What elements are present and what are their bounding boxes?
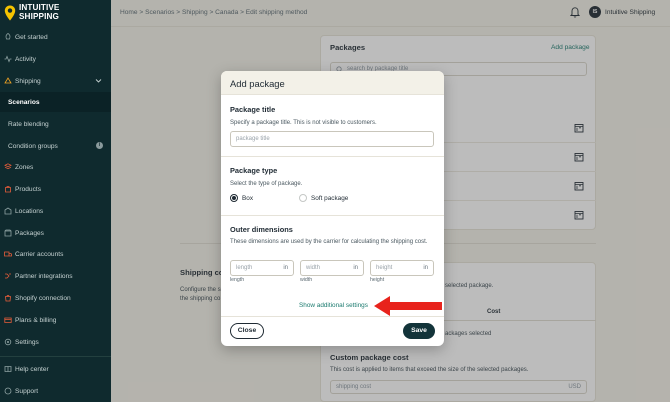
packages-icon (4, 229, 12, 237)
sidebar-item-label: Help center (15, 365, 49, 373)
modal-divider (221, 215, 444, 216)
sidebar-item-support[interactable]: Support (0, 381, 111, 401)
radio-label: Soft package (311, 194, 349, 202)
rocket-icon (4, 33, 12, 41)
sidebar-item-label: Zones (15, 163, 34, 171)
sidebar-item-label: Condition groups (8, 142, 58, 150)
activity-icon (4, 55, 12, 63)
sidebar-item-label: Products (15, 185, 42, 193)
sidebar-item-shopify-connection[interactable]: Shopify connection (0, 288, 111, 308)
sidebar-item-label: Locations (15, 207, 44, 215)
modal-header: Add package (221, 71, 444, 94)
shipping-icon (4, 77, 12, 85)
modal-divider (221, 156, 444, 157)
gear-icon (4, 338, 12, 346)
sidebar-item-zones[interactable]: Zones (0, 157, 111, 177)
package-type-description: Select the type of package. (230, 181, 303, 187)
brand-logo[interactable]: INTUITIVE SHIPPING (4, 3, 104, 23)
shopify-icon (4, 294, 12, 302)
radio-selected-icon (230, 194, 238, 202)
sidebar-item-rate-blending[interactable]: Rate blending (0, 114, 111, 134)
billing-icon (4, 316, 12, 324)
width-label: width (300, 277, 313, 283)
sidebar-item-label: Rate blending (8, 120, 49, 128)
zones-icon (4, 163, 12, 171)
sidebar-item-label: Partner integrations (15, 272, 73, 280)
sidebar-item-label: Activity (15, 55, 36, 63)
radio-unselected-icon (299, 194, 307, 202)
sidebar-item-activity[interactable]: Activity (0, 49, 111, 69)
radio-soft-package[interactable]: Soft package (299, 194, 348, 202)
length-label: length (230, 277, 245, 283)
unit-label: in (353, 265, 358, 271)
annotation-arrow-icon (374, 296, 442, 316)
sidebar-divider (0, 356, 111, 357)
radio-box[interactable]: Box (230, 194, 253, 202)
package-title-description: Specify a package title. This is not vis… (230, 120, 377, 126)
sidebar-item-label: Settings (15, 338, 39, 346)
sidebar-item-packages[interactable]: Packages (0, 223, 111, 243)
sidebar: INTUITIVE SHIPPING Get started Activity … (0, 0, 111, 402)
locations-icon (4, 207, 12, 215)
info-icon: i (96, 142, 103, 149)
sidebar-item-locations[interactable]: Locations (0, 201, 111, 221)
outer-dimensions-description: These dimensions are used by the carrier… (230, 239, 428, 245)
close-button[interactable]: Close (230, 323, 264, 339)
products-icon (4, 185, 12, 193)
radio-label: Box (242, 194, 254, 202)
save-button[interactable]: Save (403, 323, 435, 339)
brand-name: INTUITIVE SHIPPING (19, 3, 60, 21)
sidebar-item-plans-billing[interactable]: Plans & billing (0, 310, 111, 330)
modal-title: Add package (230, 78, 285, 89)
sidebar-item-get-started[interactable]: Get started (0, 27, 111, 47)
sidebar-item-label: Support (15, 387, 39, 395)
sidebar-item-label: Plans & billing (15, 316, 57, 324)
sidebar-item-carrier-accounts[interactable]: Carrier accounts (0, 244, 111, 264)
outer-dimensions-heading: Outer dimensions (230, 225, 293, 234)
length-input[interactable]: length in (230, 260, 294, 276)
package-type-heading: Package type (230, 166, 278, 175)
chevron-down-icon (95, 79, 102, 83)
sidebar-item-label: Shopify connection (15, 294, 71, 302)
package-title-input[interactable]: package title (230, 131, 434, 147)
support-icon (4, 387, 12, 395)
unit-label: in (423, 265, 428, 271)
height-label: height (370, 277, 385, 283)
package-title-heading: Package title (230, 105, 276, 114)
sidebar-item-label: Get started (15, 33, 48, 41)
show-additional-settings-link[interactable]: Show additional settings (299, 302, 368, 309)
carrier-icon (4, 250, 12, 258)
sidebar-item-shipping[interactable]: Shipping (0, 71, 111, 91)
unit-label: in (283, 265, 288, 271)
sidebar-item-label: Carrier accounts (15, 250, 64, 258)
sidebar-item-condition-groups[interactable]: Condition groups i (0, 136, 111, 156)
sidebar-item-settings[interactable]: Settings (0, 332, 111, 352)
sidebar-item-help-center[interactable]: Help center (0, 359, 111, 379)
modal-divider (221, 94, 444, 95)
sidebar-item-label: Scenarios (8, 98, 40, 106)
sidebar-item-label: Packages (15, 229, 44, 237)
sidebar-item-scenarios[interactable]: Scenarios (0, 92, 111, 112)
partner-icon (4, 272, 12, 280)
sidebar-item-label: Shipping (15, 77, 41, 85)
sidebar-item-partner-integrations[interactable]: Partner integrations (0, 266, 111, 286)
width-input[interactable]: width in (300, 260, 364, 276)
logo-pin-icon (4, 5, 16, 21)
help-icon (4, 365, 12, 373)
sidebar-item-products[interactable]: Products (0, 179, 111, 199)
height-input[interactable]: height in (370, 260, 434, 276)
